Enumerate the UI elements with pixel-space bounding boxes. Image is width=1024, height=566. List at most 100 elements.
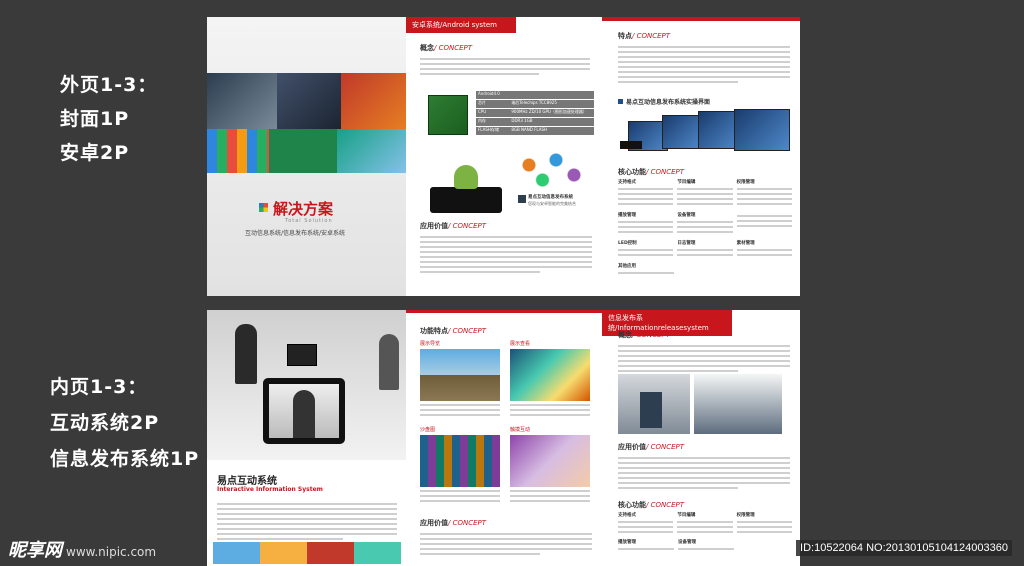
- watermark-brand: 昵享网: [8, 540, 62, 561]
- android-header-en: /Android system: [440, 21, 497, 29]
- android-value-en: / CONCEPT: [448, 222, 487, 230]
- info-concept-en: / CONCEPT: [632, 331, 671, 339]
- inner-label-1: 内页1-3：: [50, 376, 148, 398]
- info-value-text: [618, 454, 790, 492]
- features-redline: [406, 310, 602, 313]
- screens-title: 易点互动信息发布系统实操界面: [626, 99, 711, 106]
- func-label: 播放管理: [618, 213, 636, 218]
- cover-page: 解决方案 Total Solution 互动信息系统/信息发布系统/安卓系统: [207, 17, 406, 296]
- info-value-en: / CONCEPT: [646, 443, 685, 451]
- android-header: 安卓系统/Android system: [406, 17, 516, 33]
- func-grid: 支持格式 节目编辑 权限管理 播放管理 设备管理 LED控制 日志管理 素材管理…: [618, 179, 792, 277]
- tablet-person: [293, 390, 315, 438]
- features-title: 功能特点/ CONCEPT: [420, 326, 486, 336]
- info-concept-cn: 概念: [618, 331, 632, 339]
- interactive-body-text: [217, 500, 397, 543]
- settop-box: [620, 141, 642, 149]
- cover-logo-icon: [259, 203, 268, 212]
- android-board-image: [428, 95, 468, 135]
- info-value-cn: 应用价值: [618, 443, 646, 451]
- interactive-title-cn: 易点互动系统: [217, 476, 277, 487]
- android-page: 安卓系统/Android system 概念/ CONCEPT Android4…: [406, 17, 602, 296]
- feature-box-1: 展示导览: [420, 340, 500, 419]
- func-label: 权限管理: [736, 180, 755, 185]
- func-label: 其他应用: [618, 264, 636, 269]
- android-concept-title: 概念/ CONCEPT: [420, 43, 472, 53]
- watermark-id: ID:10522064 NO:20130105104124003360: [796, 540, 1012, 556]
- func-label: 设备管理: [677, 213, 696, 218]
- watermark-url: www.nipic.com: [66, 545, 157, 559]
- features-value-cn: 应用价值: [420, 519, 448, 527]
- android-value-cn: 应用价值: [420, 222, 448, 230]
- func-label: 节目编辑: [677, 513, 696, 518]
- feature-image-town: [420, 349, 500, 401]
- info-photo-kiosk: [694, 374, 782, 434]
- feature-box-4: 触摸互动: [510, 426, 590, 505]
- screens-title-icon: [618, 99, 623, 104]
- spec-row: CPU 900MHz ZD/10 GPU（图形加速处理器）: [476, 109, 594, 117]
- monitor-display: [287, 344, 317, 366]
- feature-image-grid: [420, 435, 500, 487]
- cover-subtitle-cn: 互动信息系统/信息发布系统/安卓系统: [245, 230, 346, 237]
- info-func-grid: 支持格式 节目编辑 权限管理 播放管理 设备管理: [618, 512, 792, 553]
- android-feature-text: [618, 43, 790, 86]
- cover-photo-grid: [207, 73, 406, 173]
- screenshot-4: [734, 109, 790, 151]
- func-label: 设备管理: [678, 540, 696, 545]
- feature-box-3: 沙盘图: [420, 426, 500, 505]
- android-brand-icon: [518, 195, 526, 203]
- features-value-title: 应用价值/ CONCEPT: [420, 518, 486, 528]
- photo-android: [269, 129, 337, 173]
- outer-label-3: 安卓2P: [60, 142, 130, 164]
- func-label: 素材管理: [736, 241, 755, 246]
- outer-label-1: 外页1-3：: [60, 74, 158, 96]
- inner-label-3: 信息发布系统1P: [50, 448, 200, 470]
- android-value-title: 应用价值/ CONCEPT: [420, 221, 486, 231]
- android-core-title: 核心功能/ CONCEPT: [618, 167, 684, 177]
- android-concept-text: [420, 55, 590, 78]
- cover-title: 解决方案: [273, 200, 334, 218]
- feature-image-woman: [510, 435, 590, 487]
- func-label: 支持格式: [618, 180, 636, 185]
- feature-box-label: 展示查看: [510, 341, 531, 347]
- app-icons-cloud: [502, 145, 592, 195]
- photo-windows-tiles: [207, 129, 269, 173]
- watermark-left: 昵享网 www.nipic.com: [8, 536, 156, 562]
- android-feature-en: / CONCEPT: [632, 32, 671, 40]
- android-brand-line2: 您现与安卓智能的完美结合: [528, 201, 576, 206]
- spec-row: Android4.0: [476, 91, 594, 99]
- func-label: 节目编辑: [677, 180, 696, 185]
- spec-row: 芯片 瑞芯Telechips TCC8925: [476, 100, 594, 108]
- android-core-cn: 核心功能: [618, 168, 646, 176]
- android-feature-title: 特点/ CONCEPT: [618, 31, 670, 41]
- android-core-en: / CONCEPT: [646, 168, 685, 176]
- info-value-title: 应用价值/ CONCEPT: [618, 442, 684, 452]
- features-value-en: / CONCEPT: [448, 519, 487, 527]
- features-page: 功能特点/ CONCEPT 展示导览 展示查看 沙盘图 触摸互动 应用价值/ C…: [406, 310, 602, 566]
- android-brand-line1: 易点互动信息发布系统: [528, 195, 573, 200]
- feature-box-label: 触摸互动: [510, 427, 531, 433]
- info-concept-title: 概念/ CONCEPT: [618, 330, 670, 340]
- android-right-redline: [602, 17, 800, 21]
- interactive-title-en: Interactive Information System: [217, 486, 323, 493]
- spec-row: 内存 DDR3 1GB: [476, 118, 594, 126]
- info-core-cn: 核心功能: [618, 501, 646, 509]
- photo-red-banner: [341, 73, 406, 129]
- features-title-en: / CONCEPT: [448, 327, 487, 335]
- kiosk-shape: [640, 392, 662, 428]
- android-value-text: [420, 233, 592, 276]
- interactive-page: 易点互动系统 Interactive Information System: [207, 310, 406, 566]
- android-concept-cn: 概念: [420, 44, 434, 52]
- figure-left: [235, 324, 257, 384]
- photo-screens: [277, 73, 341, 129]
- func-label: 播放管理: [618, 540, 636, 545]
- android-robot-icon: [454, 165, 478, 189]
- photo-man: [207, 73, 277, 129]
- figure-right: [379, 334, 399, 390]
- info-core-en: / CONCEPT: [646, 501, 685, 509]
- android-spec-table: Android4.0 芯片 瑞芯Telechips TCC8925 CPU 900M…: [476, 91, 594, 135]
- inner-label-2: 互动系统2P: [50, 412, 160, 434]
- func-label: LED控制: [618, 241, 637, 246]
- features-title-cn: 功能特点: [420, 327, 448, 335]
- info-page: 信息发布系统/Informationreleasesystem 概念/ CONC…: [602, 310, 800, 566]
